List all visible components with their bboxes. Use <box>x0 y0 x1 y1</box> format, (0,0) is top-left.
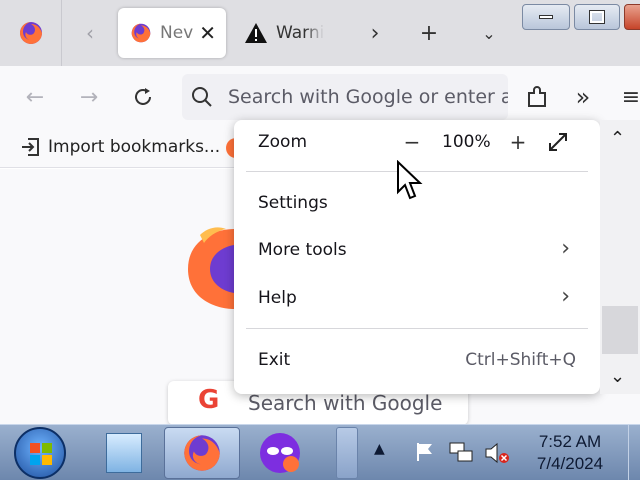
forward-button[interactable]: → <box>74 82 104 112</box>
firefox-icon <box>19 22 42 44</box>
windows-logo-icon <box>30 443 52 465</box>
clock-date: 7/4/2024 <box>536 454 604 473</box>
chevron-right-icon[interactable]: › <box>360 18 390 48</box>
close-window-button[interactable] <box>624 4 640 30</box>
mouse-cursor-icon <box>397 160 423 200</box>
app-menu-button[interactable]: ≡ <box>622 82 640 112</box>
fullscreen-button[interactable] <box>546 130 570 154</box>
start-button[interactable] <box>14 427 66 479</box>
navigation-bar: ← → Search with Google or enter a » ≡ <box>0 66 640 128</box>
zoom-out-button[interactable]: − <box>400 130 424 154</box>
plus-icon[interactable]: + <box>414 18 444 48</box>
menu-item-settings[interactable]: Settings <box>258 193 328 213</box>
menu-item-exit[interactable]: Exit Ctrl+Shift+Q <box>234 338 600 382</box>
tab-label: Warni <box>276 23 325 43</box>
scrollbar-thumb[interactable] <box>602 306 638 354</box>
firefox-logo <box>188 227 234 309</box>
zoom-label: Zoom <box>258 132 308 152</box>
close-icon[interactable]: ✕ <box>199 21 216 45</box>
hamburger-icon: ≡ <box>621 84 640 110</box>
taskbar-firefox[interactable] <box>164 427 240 479</box>
search-placeholder: Search with Google <box>248 391 443 415</box>
network-icon[interactable] <box>448 441 474 465</box>
show-desktop-grip[interactable] <box>336 427 358 479</box>
help-label: Help <box>258 288 297 308</box>
tab-warning[interactable]: Warni <box>240 8 332 58</box>
restore-icon <box>589 10 605 24</box>
taskbar-firefox-private[interactable] <box>242 427 318 479</box>
chevron-down-icon[interactable]: ⌄ <box>474 18 504 48</box>
minimize-button[interactable] <box>522 4 570 30</box>
show-desktop-button[interactable] <box>628 425 640 480</box>
double-chevron-right-icon: » <box>575 83 591 111</box>
firefox-private-icon <box>260 433 300 473</box>
plus-icon: + <box>509 130 527 154</box>
zoom-in-button[interactable]: + <box>506 130 530 154</box>
firefox-icon <box>131 23 151 43</box>
fullscreen-icon <box>549 133 567 151</box>
minimize-icon <box>539 15 553 19</box>
show-hidden-icons[interactable]: ▲ <box>374 441 385 457</box>
restore-button[interactable] <box>574 4 620 30</box>
taskbar-file-explorer[interactable] <box>86 427 162 479</box>
tab-new-tab[interactable]: Nev ✕ <box>118 8 226 58</box>
chevron-up-icon: ▲ <box>374 441 385 457</box>
taskbar-clock[interactable]: 7:52 AM 7/4/2024 <box>522 431 618 475</box>
extensions-button[interactable] <box>522 82 552 112</box>
action-center-icon[interactable] <box>414 441 436 463</box>
arrow-right-icon: → <box>79 84 99 110</box>
reload-button[interactable] <box>128 82 158 112</box>
exit-shortcut: Ctrl+Shift+Q <box>465 350 576 370</box>
warning-icon <box>245 23 267 43</box>
menu-divider <box>246 328 588 329</box>
taskbar: ▲ 7:52 AM 7/4/2024 <box>0 424 640 480</box>
reload-icon <box>135 88 151 105</box>
back-button[interactable]: ← <box>20 82 50 112</box>
overflow-menu-button[interactable]: » <box>568 82 598 112</box>
url-bar[interactable]: Search with Google or enter a <box>182 74 508 120</box>
clock-time: 7:52 AM <box>538 432 602 451</box>
arrow-left-icon: ← <box>25 84 45 110</box>
chevron-right-icon: › <box>561 236 570 261</box>
chevron-left-icon[interactable]: ‹ <box>76 18 104 48</box>
file-explorer-icon <box>106 433 142 473</box>
more-tools-label: More tools <box>258 240 347 260</box>
menu-item-more-tools[interactable]: More tools › <box>234 228 600 272</box>
flag-icon <box>417 443 432 461</box>
volume-muted-icon[interactable] <box>484 441 510 465</box>
tab-label: Nev <box>160 23 194 43</box>
firefox-icon <box>184 435 220 471</box>
network-icon <box>449 442 473 462</box>
pinned-tab[interactable] <box>0 0 62 66</box>
minus-icon: − <box>403 130 421 154</box>
import-bookmarks-button[interactable]: Import bookmarks... <box>20 136 220 158</box>
tab-strip: ‹ Nev ✕ Warni › + ⌄ <box>0 0 640 66</box>
puzzle-icon <box>528 86 546 107</box>
scroll-down-icon[interactable]: ⌄ <box>610 366 625 387</box>
exit-label: Exit <box>258 350 291 370</box>
search-icon <box>192 87 212 107</box>
chevron-right-icon: › <box>561 284 570 309</box>
url-placeholder: Search with Google or enter a <box>228 86 508 108</box>
menu-scrollbar[interactable]: ⌃ ⌄ <box>600 120 640 394</box>
import-icon <box>22 138 39 156</box>
speaker-muted-icon <box>485 442 509 464</box>
google-g-icon: G <box>198 385 220 415</box>
zoom-reset-button[interactable]: 100% <box>442 132 491 152</box>
import-bookmarks-label: Import bookmarks... <box>48 137 221 157</box>
scroll-up-icon[interactable]: ⌃ <box>610 128 625 149</box>
menu-item-help[interactable]: Help › <box>234 276 600 320</box>
